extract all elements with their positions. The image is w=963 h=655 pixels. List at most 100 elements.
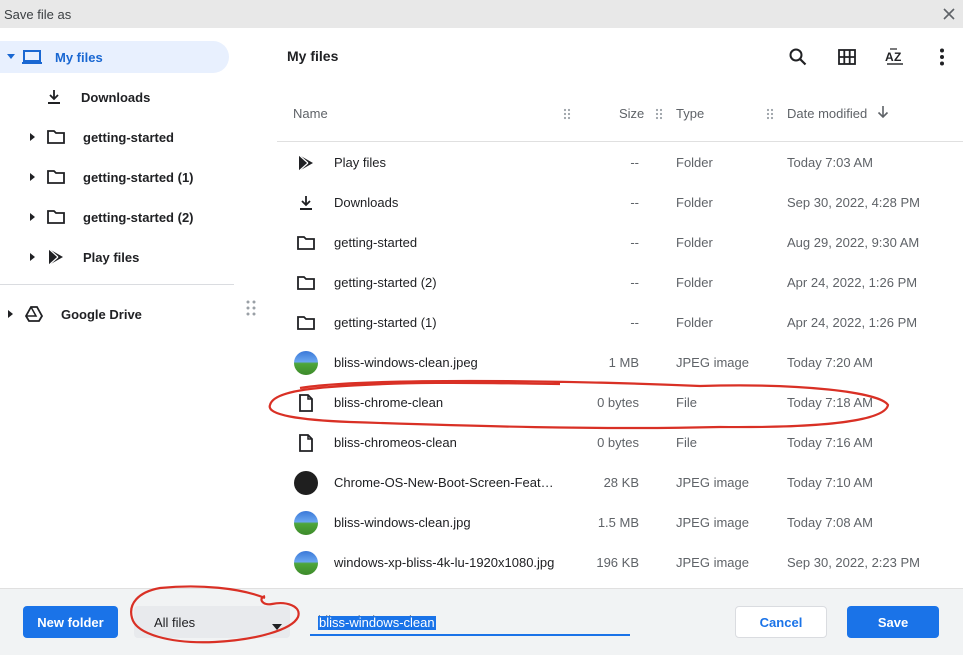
table-row[interactable]: Play files -- Folder Today 7:03 AM — [277, 142, 963, 182]
table-row[interactable]: Chrome-OS-New-Boot-Screen-Featu... 28 KB… — [277, 462, 963, 502]
play-icon — [293, 150, 319, 176]
file-date: Today 7:18 AM — [787, 395, 873, 410]
file-name: getting-started (2) — [334, 275, 437, 290]
file-name: getting-started (1) — [334, 315, 437, 330]
file-name: bliss-windows-clean.jpeg — [334, 355, 478, 370]
file-name: bliss-chromeos-clean — [334, 435, 457, 450]
sidebar-item-label: getting-started — [83, 129, 174, 145]
table-row[interactable]: getting-started (2) -- Folder Apr 24, 20… — [277, 262, 963, 302]
file-type: File — [676, 395, 697, 410]
sidebar-item-my-files[interactable]: My files — [0, 41, 229, 73]
sidebar-item-google-drive[interactable]: Google Drive — [6, 298, 142, 330]
column-date-header[interactable]: Date modified — [787, 106, 867, 121]
file-size: -- — [630, 155, 639, 170]
expand-arrow-icon[interactable] — [6, 309, 16, 319]
file-date: Apr 24, 2022, 1:26 PM — [787, 275, 918, 290]
file-type: Folder — [676, 235, 713, 250]
file-date: Today 7:03 AM — [787, 155, 873, 170]
google-drive-icon — [24, 304, 44, 324]
expand-arrow-icon[interactable] — [28, 172, 38, 182]
expand-arrow-icon[interactable] — [6, 52, 16, 62]
play-icon — [46, 247, 66, 267]
file-size: 0 bytes — [597, 435, 639, 450]
close-icon[interactable] — [939, 4, 959, 24]
cancel-button[interactable]: Cancel — [735, 606, 827, 638]
table-row[interactable]: windows-xp-bliss-4k-lu-1920x1080.jpg 196… — [277, 542, 963, 582]
file-date: Today 7:20 AM — [787, 355, 873, 370]
expand-arrow-icon[interactable] — [28, 132, 38, 142]
title-bar: Save file as — [0, 0, 963, 28]
table-row[interactable]: bliss-windows-clean.jpg 1.5 MB JPEG imag… — [277, 502, 963, 542]
sort-descending-icon[interactable] — [877, 105, 889, 122]
sidebar-item-label: getting-started (1) — [83, 169, 194, 185]
grid-view-icon[interactable] — [835, 45, 859, 69]
file-type: File — [676, 435, 697, 450]
folder-icon — [46, 127, 66, 147]
file-date: Sep 30, 2022, 2:23 PM — [787, 555, 920, 570]
file-size: 28 KB — [603, 475, 639, 490]
file-size: -- — [630, 195, 639, 210]
image-thumbnail — [293, 350, 319, 376]
column-size-header[interactable]: Size — [619, 106, 644, 121]
column-type-header[interactable]: Type — [676, 106, 704, 121]
sidebar-resize-handle[interactable] — [246, 300, 256, 316]
file-type: Folder — [676, 155, 713, 170]
file-size: -- — [630, 235, 639, 250]
table-row[interactable]: getting-started -- Folder Aug 29, 2022, … — [277, 222, 963, 262]
sidebar: My files Downloads getting-started getti… — [0, 28, 262, 588]
sidebar-item-play-files[interactable]: Play files — [28, 241, 139, 273]
table-row[interactable]: bliss-windows-clean.jpeg 1 MB JPEG image… — [277, 342, 963, 382]
filename-input[interactable] — [310, 606, 630, 636]
sidebar-item-label: Google Drive — [61, 306, 142, 322]
file-type-select[interactable]: All files — [134, 606, 290, 638]
expand-arrow-icon[interactable] — [28, 212, 38, 222]
column-resize-handle[interactable] — [655, 108, 663, 120]
file-size: 1 MB — [608, 355, 639, 370]
more-options-icon[interactable] — [930, 45, 954, 69]
svg-text:A: A — [885, 50, 894, 64]
table-row[interactable]: Downloads -- Folder Sep 30, 2022, 4:28 P… — [277, 182, 963, 222]
file-type: JPEG image — [676, 475, 749, 490]
file-name: Play files — [334, 155, 387, 170]
image-thumbnail — [293, 510, 319, 536]
file-date: Today 7:16 AM — [787, 435, 873, 450]
file-icon — [293, 390, 319, 416]
save-button[interactable]: Save — [847, 606, 939, 638]
image-thumbnail-dark — [293, 470, 319, 496]
search-icon[interactable] — [786, 45, 810, 69]
main-header: My files AZ — [277, 28, 963, 86]
new-folder-button[interactable]: New folder — [23, 606, 118, 638]
dialog-footer: New folder All files bliss-windows-clean… — [0, 588, 963, 655]
file-name: windows-xp-bliss-4k-lu-1920x1080.jpg — [334, 555, 555, 570]
sort-az-icon[interactable]: AZ — [883, 45, 907, 69]
column-name-header[interactable]: Name — [293, 106, 328, 121]
table-row[interactable]: getting-started (1) -- Folder Apr 24, 20… — [277, 302, 963, 342]
file-date: Aug 29, 2022, 9:30 AM — [787, 235, 920, 250]
file-type: Folder — [676, 315, 713, 330]
column-resize-handle[interactable] — [563, 108, 571, 120]
sidebar-item-label: Play files — [83, 249, 140, 265]
chevron-down-icon — [272, 618, 282, 633]
file-name: Chrome-OS-New-Boot-Screen-Featu... — [334, 475, 554, 490]
sidebar-item-getting-started-2[interactable]: getting-started (2) — [28, 201, 194, 233]
file-type: JPEG image — [676, 555, 749, 570]
sidebar-item-downloads[interactable]: Downloads — [44, 81, 150, 113]
expand-arrow-icon[interactable] — [28, 252, 38, 262]
column-resize-handle[interactable] — [766, 108, 774, 120]
folder-icon — [293, 270, 319, 296]
table-row[interactable]: bliss-chrome-clean 0 bytes File Today 7:… — [277, 382, 963, 422]
breadcrumb[interactable]: My files — [287, 48, 338, 64]
file-type: JPEG image — [676, 355, 749, 370]
image-thumbnail — [293, 550, 319, 576]
table-row[interactable]: bliss-chromeos-clean 0 bytes File Today … — [277, 422, 963, 462]
file-icon — [293, 430, 319, 456]
sidebar-item-getting-started[interactable]: getting-started — [28, 121, 174, 153]
sidebar-item-getting-started-1[interactable]: getting-started (1) — [28, 161, 194, 193]
file-type: Folder — [676, 275, 713, 290]
file-name: bliss-windows-clean.jpg — [334, 515, 471, 530]
file-size: 196 KB — [596, 555, 639, 570]
file-name: getting-started — [334, 235, 418, 250]
file-size: -- — [630, 275, 639, 290]
folder-icon — [46, 167, 66, 187]
file-type: Folder — [676, 195, 713, 210]
